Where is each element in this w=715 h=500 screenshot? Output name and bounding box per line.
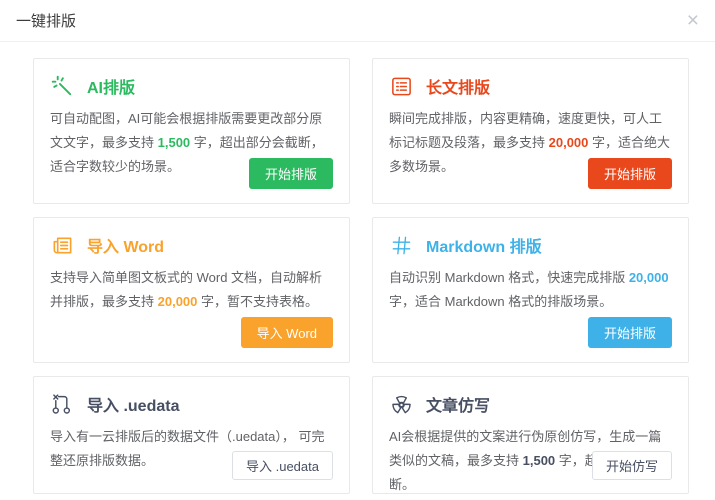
dialog-title: 一键排版 — [16, 10, 76, 31]
start-layout-button[interactable]: 开始排版 — [249, 158, 333, 189]
import-uedata-button[interactable]: 导入 .uedata — [232, 451, 333, 480]
card-header: Markdown 排版 — [389, 233, 672, 257]
card-description: 自动识别 Markdown 格式，快速完成排版 20,000 字，适合 Mark… — [389, 266, 672, 314]
card-grid: AI排版 可自动配图，AI可能会根据排版需要更改部分原文文字，最多支持 1,50… — [33, 58, 715, 494]
one-click-layout-dialog: 一键排版 × AI排版 可自动配图，AI可能会根据排版需要更改部分原文文字，最多… — [0, 0, 715, 500]
radiation-icon — [389, 392, 413, 416]
highlight-count: 20,000 — [549, 135, 589, 150]
card-header: 长文排版 — [389, 74, 672, 98]
card-header: 导入 Word — [50, 233, 333, 257]
highlight-count: 1,500 — [523, 453, 556, 468]
import-word-button[interactable]: 导入 Word — [241, 317, 333, 348]
start-rewrite-button[interactable]: 开始仿写 — [592, 451, 672, 480]
highlight-count: 1,500 — [158, 135, 191, 150]
card-title: 导入 .uedata — [87, 392, 179, 416]
close-icon[interactable]: × — [687, 10, 699, 31]
start-layout-button[interactable]: 开始排版 — [588, 317, 672, 348]
dialog-header: 一键排版 × — [0, 0, 715, 42]
git-branch-icon — [50, 392, 74, 416]
start-layout-button[interactable]: 开始排版 — [588, 158, 672, 189]
card-title: Markdown 排版 — [426, 233, 542, 257]
magic-wand-icon — [50, 74, 74, 98]
card-import-word: 导入 Word 支持导入简单图文板式的 Word 文档，自动解析并排版，最多支持… — [33, 217, 350, 363]
card-long-text-layout: 长文排版 瞬间完成排版，内容更精确，速度更快，可人工标记标题及段落，最多支持 2… — [372, 58, 689, 204]
card-title: 导入 Word — [87, 233, 164, 257]
card-description: 支持导入简单图文板式的 Word 文档，自动解析并排版，最多支持 20,000 … — [50, 266, 333, 314]
card-header: 文章仿写 — [389, 392, 672, 416]
hash-icon — [389, 233, 413, 257]
card-header: AI排版 — [50, 74, 333, 98]
list-icon — [389, 74, 413, 98]
card-header: 导入 .uedata — [50, 392, 333, 416]
card-markdown-layout: Markdown 排版 自动识别 Markdown 格式，快速完成排版 20,0… — [372, 217, 689, 363]
card-title: 文章仿写 — [426, 392, 490, 416]
card-ai-layout: AI排版 可自动配图，AI可能会根据排版需要更改部分原文文字，最多支持 1,50… — [33, 58, 350, 204]
highlight-count: 20,000 — [158, 294, 198, 309]
card-article-rewrite: 文章仿写 AI会根据提供的文案进行伪原创仿写，生成一篇类似的文稿，最多支持 1,… — [372, 376, 689, 494]
highlight-count: 20,000 — [629, 270, 669, 285]
card-title: 长文排版 — [426, 74, 490, 98]
newspaper-icon — [50, 233, 74, 257]
card-import-uedata: 导入 .uedata 导入有一云排版后的数据文件（.uedata）， 可完整还原… — [33, 376, 350, 494]
card-title: AI排版 — [87, 74, 135, 98]
